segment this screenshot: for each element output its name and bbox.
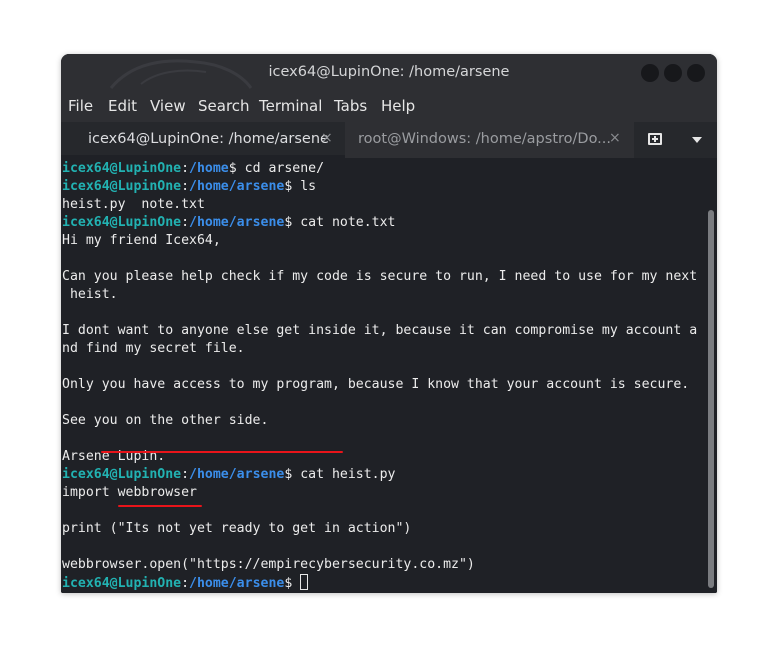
tab-root-windows[interactable]: root@Windows: /home/apstro/Do... × xyxy=(345,122,629,158)
terminal-line: See you on the other side. xyxy=(62,413,269,428)
tab-label: icex64@LupinOne: /home/arsene xyxy=(88,131,329,147)
terminal-line: Hi my friend Icex64, xyxy=(62,233,221,248)
terminal-line: icex64@LupinOne:/home/arsene$ ls xyxy=(62,179,317,194)
menu-edit[interactable]: Edit xyxy=(108,97,137,115)
close-button[interactable] xyxy=(687,64,705,82)
terminal-line: heist.py note.txt xyxy=(62,197,205,212)
terminal-line: Can you please help check if my code is … xyxy=(62,269,698,284)
terminal-line: icex64@LupinOne:/home$ cd arsene/ xyxy=(62,161,325,176)
terminal-line: icex64@LupinOne:/home/arsene$ cat note.t… xyxy=(62,215,396,230)
terminal-window: icex64@LupinOne: /home/arsene File Edit … xyxy=(61,54,717,593)
menu-search[interactable]: Search xyxy=(198,97,250,115)
terminal-line: heist. xyxy=(62,287,118,302)
terminal-line: print ("Its not yet ready to get in acti… xyxy=(62,521,412,536)
close-icon[interactable]: × xyxy=(321,130,333,146)
terminal-line: import webbrowser xyxy=(62,485,197,500)
annotation-underline-webbrowser xyxy=(118,505,202,507)
terminal-prompt-line: icex64@LupinOne:/home/arsene$ xyxy=(62,574,309,592)
terminal-line: webbrowser.open("https://empirecybersecu… xyxy=(62,557,475,572)
chevron-down-icon xyxy=(692,137,702,143)
menu-bar: File Edit View Search Terminal Tabs Help xyxy=(61,92,717,122)
tab-bar: icex64@LupinOne: /home/arsene × root@Win… xyxy=(61,122,717,158)
window-title: icex64@LupinOne: /home/arsene xyxy=(268,64,510,80)
close-icon[interactable]: × xyxy=(609,130,621,146)
menu-terminal[interactable]: Terminal xyxy=(259,97,322,115)
terminal-line: nd find my secret file. xyxy=(62,341,245,356)
menu-tabs[interactable]: Tabs xyxy=(334,97,367,115)
tab-menu-button[interactable] xyxy=(676,122,717,158)
terminal-cursor xyxy=(300,574,309,590)
new-tab-button[interactable] xyxy=(634,122,676,158)
menu-view[interactable]: View xyxy=(150,97,186,115)
menu-file[interactable]: File xyxy=(68,97,93,115)
menu-help[interactable]: Help xyxy=(381,97,415,115)
tab-label: root@Windows: /home/apstro/Do... xyxy=(358,131,612,147)
minimize-button[interactable] xyxy=(641,64,659,82)
new-tab-icon xyxy=(648,133,662,145)
annotation-underline-program xyxy=(101,451,343,453)
tab-icex64[interactable]: icex64@LupinOne: /home/arsene × xyxy=(61,122,345,158)
terminal-line: icex64@LupinOne:/home/arsene$ cat heist.… xyxy=(62,467,396,482)
terminal-output[interactable]: icex64@LupinOne:/home$ cd arsene/ icex64… xyxy=(61,158,703,593)
scrollbar-thumb[interactable] xyxy=(708,210,714,588)
maximize-button[interactable] xyxy=(664,64,682,82)
terminal-line: I dont want to anyone else get inside it… xyxy=(62,323,698,338)
terminal-line: Only you have access to my program, beca… xyxy=(62,377,690,392)
title-bar[interactable]: icex64@LupinOne: /home/arsene xyxy=(61,54,717,92)
scrollbar[interactable] xyxy=(703,158,717,593)
